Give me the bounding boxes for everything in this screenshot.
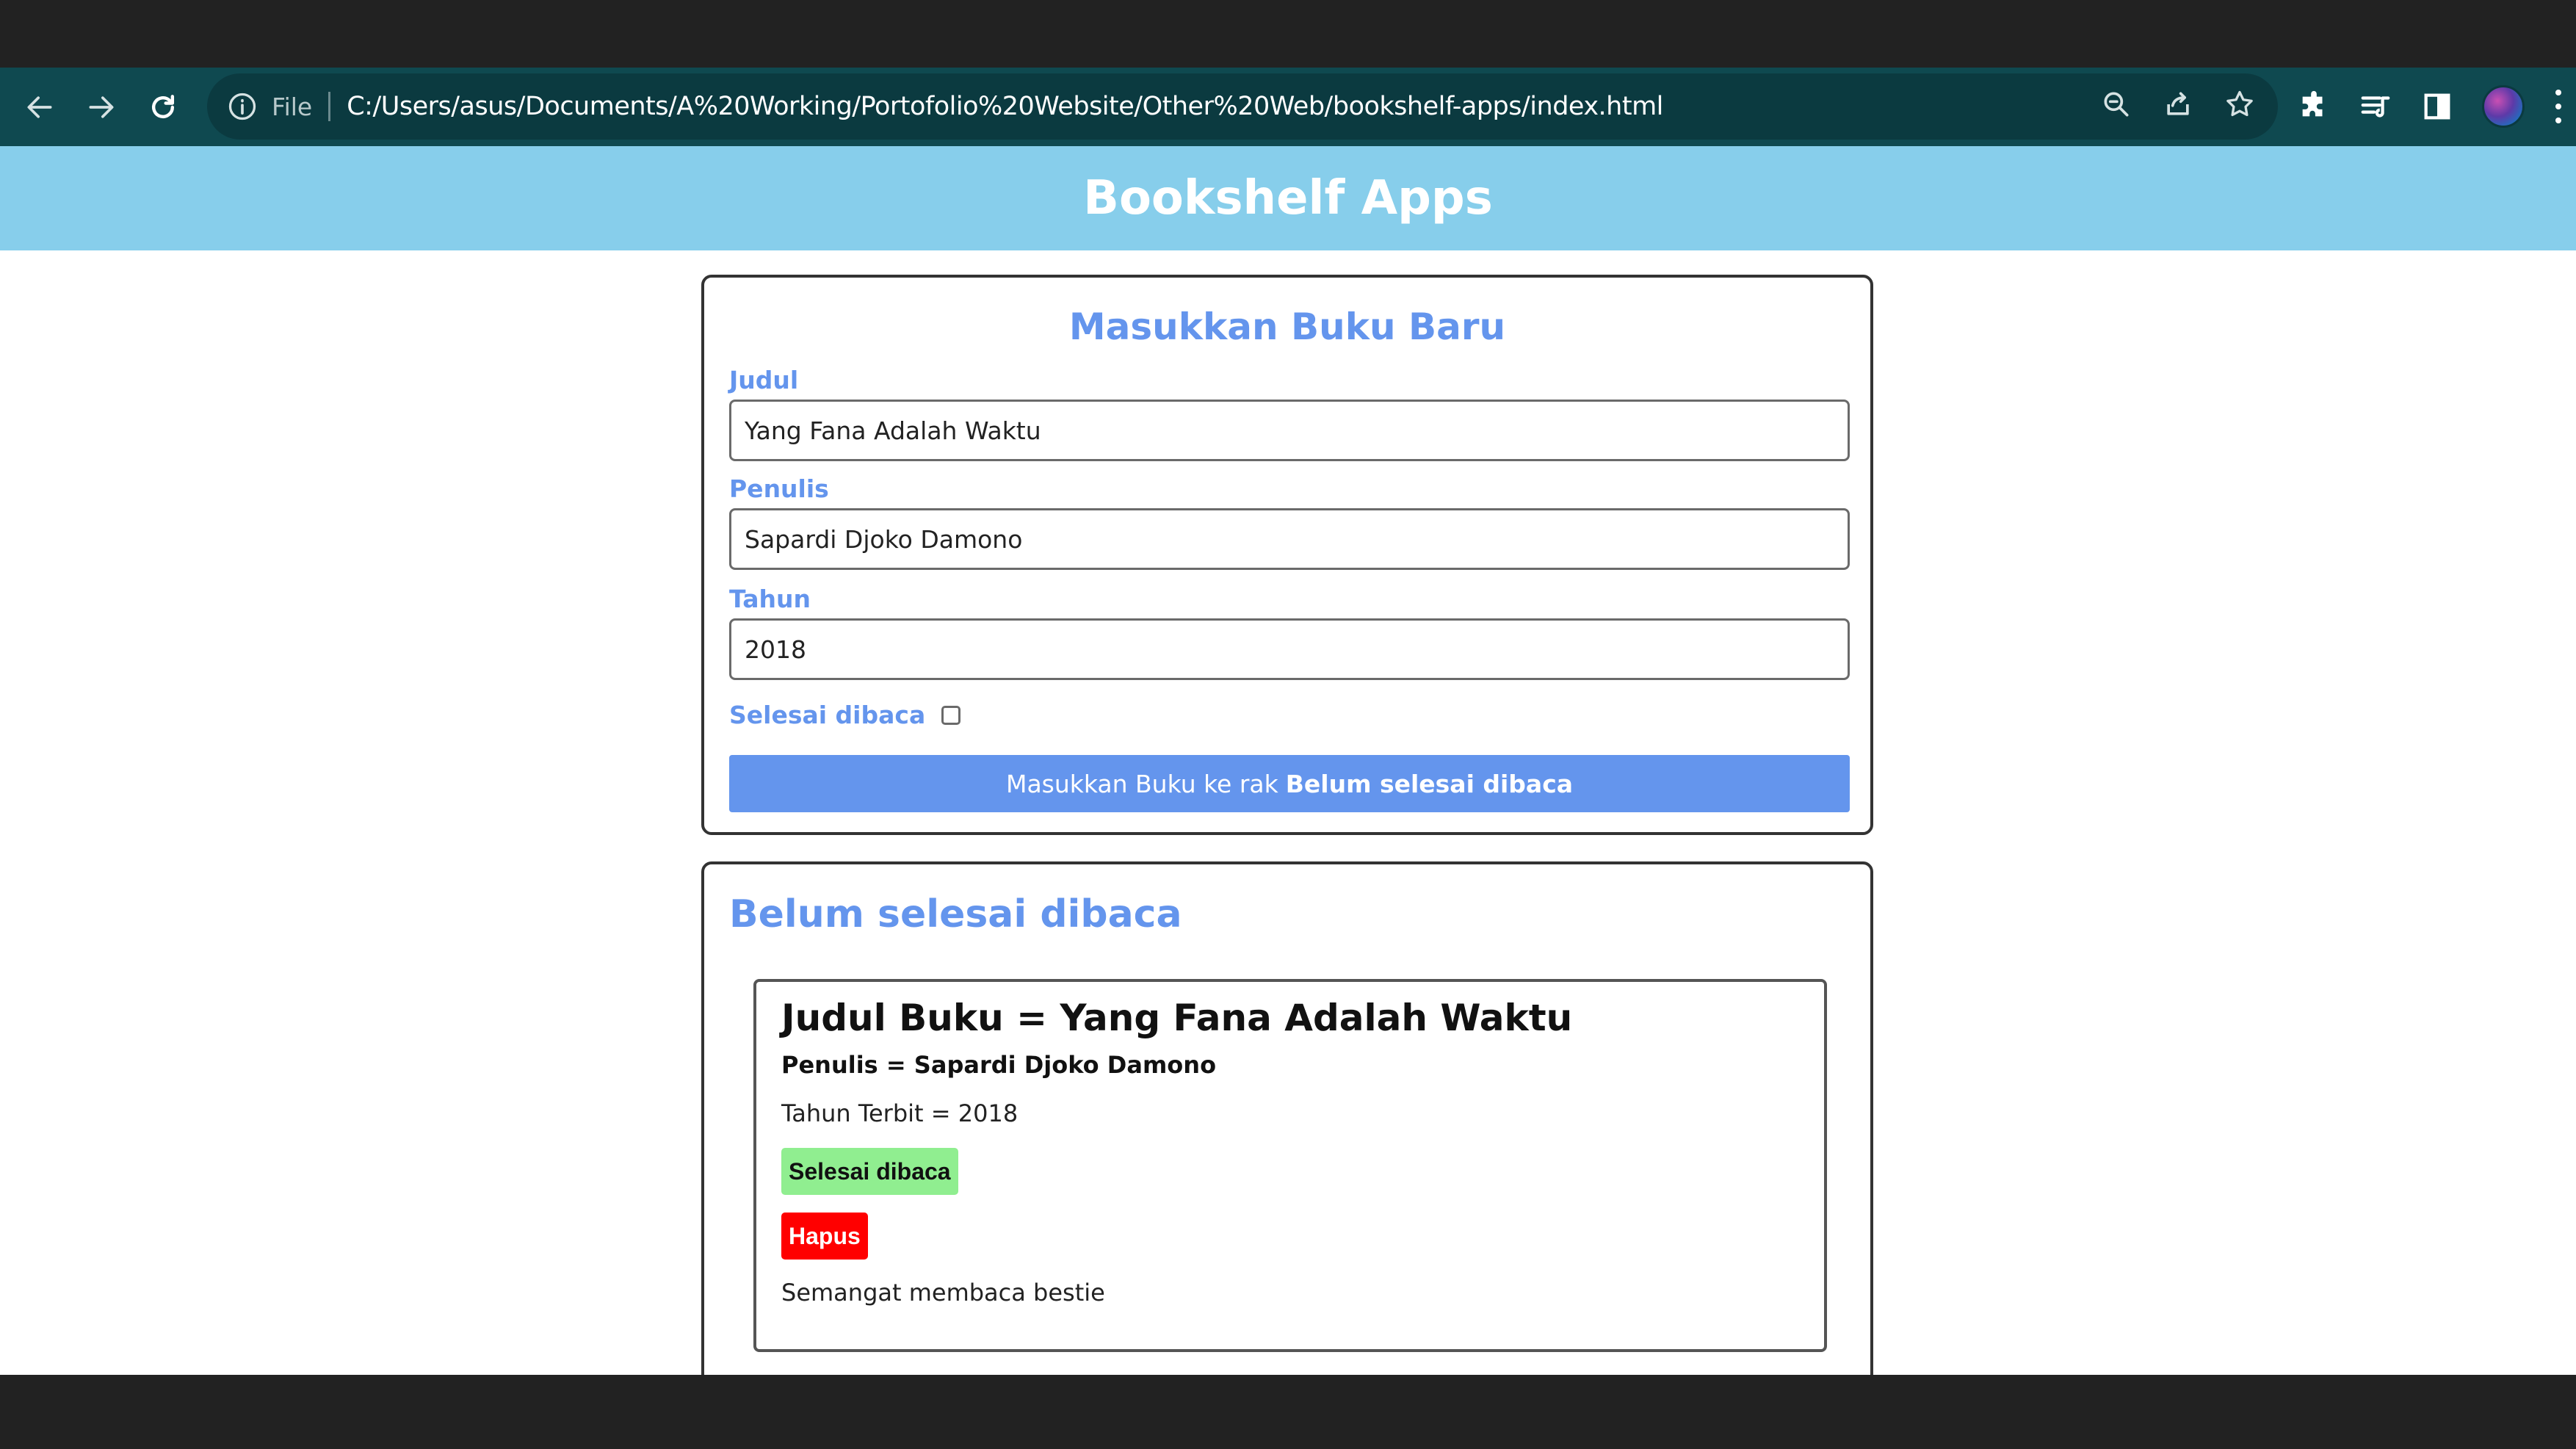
app-header: Bookshelf Apps	[0, 146, 2576, 250]
info-icon[interactable]	[226, 90, 258, 123]
forward-button[interactable]	[79, 85, 123, 129]
submit-book-button[interactable]: Masukkan Buku ke rak Belum selesai dibac…	[729, 755, 1850, 812]
title-input[interactable]: Yang Fana Adalah Waktu	[729, 400, 1850, 461]
reload-button[interactable]	[141, 85, 185, 129]
star-icon[interactable]	[2224, 88, 2256, 120]
incomplete-bookshelf-section: Belum selesai dibaca Judul Buku = Yang F…	[701, 861, 1873, 1375]
book-author: Penulis = Sapardi Djoko Damono	[781, 1051, 1217, 1079]
submit-button-shelf: Belum selesai dibaca	[1285, 769, 1574, 798]
incomplete-shelf-heading: Belum selesai dibaca	[729, 892, 1182, 936]
window-top-strip	[0, 0, 2576, 68]
page-viewport: Bookshelf Apps Masukkan Buku Baru Judul …	[0, 146, 2576, 1375]
zoom-icon[interactable]	[2100, 88, 2132, 120]
author-input[interactable]: Sapardi Djoko Damono	[729, 508, 1850, 570]
url-text[interactable]: C:/Users/asus/Documents/A%20Working/Port…	[347, 92, 1663, 121]
book-year: Tahun Terbit = 2018	[781, 1099, 1019, 1127]
share-icon[interactable]	[2162, 88, 2194, 120]
mark-complete-button[interactable]: Selesai dibaca	[781, 1148, 958, 1195]
arrow-right-icon	[89, 95, 114, 118]
window-bottom-strip	[0, 1375, 2576, 1449]
form-heading: Masukkan Buku Baru	[1068, 306, 1506, 348]
side-panel-icon[interactable]	[2420, 90, 2454, 123]
title-label: Judul	[729, 366, 799, 394]
media-queue-icon[interactable]	[2359, 90, 2392, 123]
address-separator	[328, 92, 331, 121]
book-item: Judul Buku = Yang Fana Adalah Waktu Penu…	[753, 979, 1827, 1352]
avatar[interactable]	[2482, 85, 2525, 128]
year-label: Tahun	[729, 585, 811, 613]
kebab-menu-icon[interactable]	[2553, 90, 2564, 123]
page-title: Bookshelf Apps	[1083, 171, 1493, 225]
year-input[interactable]: 2018	[729, 618, 1850, 680]
back-button[interactable]	[18, 85, 62, 129]
book-title: Judul Buku = Yang Fana Adalah Waktu	[781, 997, 1573, 1039]
reload-icon	[151, 94, 175, 118]
complete-checkbox[interactable]	[941, 705, 961, 725]
arrow-left-icon	[27, 95, 52, 118]
file-scheme-label: File	[272, 92, 313, 121]
address-bar[interactable]: File C:/Users/asus/Documents/A%20Working…	[207, 73, 2278, 140]
submit-button-prefix: Masukkan Buku ke rak	[1005, 769, 1278, 798]
complete-checkbox-label: Selesai dibaca	[729, 701, 926, 729]
browser-toolbar: File C:/Users/asus/Documents/A%20Working…	[0, 68, 2576, 146]
book-note: Semangat membaca bestie	[781, 1279, 1105, 1307]
delete-book-button[interactable]: Hapus	[781, 1213, 868, 1260]
puzzle-icon[interactable]	[2297, 90, 2331, 123]
input-book-section: Masukkan Buku Baru Judul Yang Fana Adala…	[701, 275, 1873, 835]
complete-checkbox-row: Selesai dibaca	[729, 701, 961, 729]
author-label: Penulis	[729, 474, 829, 503]
